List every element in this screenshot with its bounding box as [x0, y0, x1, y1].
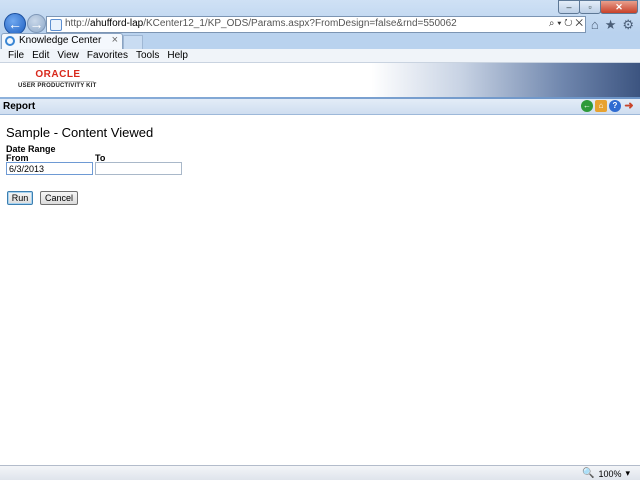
url-host: ahufford-lap [90, 18, 144, 29]
forward-button[interactable]: → [27, 14, 46, 33]
report-toolbar-icons: ← ⌂ ? ➜ [581, 100, 635, 112]
close-window-button[interactable]: ✕ [600, 0, 638, 14]
back-arrow-icon: ← [8, 16, 22, 32]
favorites-star-icon[interactable]: ★ [605, 17, 617, 33]
tab-label: Knowledge Center [19, 35, 102, 46]
logo-product: USER PRODUCTIVITY KIT [18, 83, 97, 89]
report-bar: Report ← ⌂ ? ➜ [0, 99, 640, 115]
status-bar: 🔍 100% ▾ [0, 465, 640, 480]
run-button[interactable]: Run [7, 191, 33, 205]
page-banner: ORACLE USER PRODUCTIVITY KIT [0, 63, 640, 98]
zoom-control[interactable]: 🔍 100% ▾ [582, 468, 630, 479]
url-path: /KCenter12_1/KP_ODS/Params.aspx?FromDesi… [143, 18, 457, 29]
ie-page-icon [5, 36, 15, 46]
back-circle-icon[interactable]: ← [581, 100, 593, 112]
url-prefix: http:// [65, 18, 91, 29]
url-text[interactable]: http://ahufford-lap/KCenter12_1/KP_ODS/P… [65, 18, 457, 29]
home-icon[interactable]: ⌂ [591, 17, 599, 33]
new-tab-button[interactable] [123, 35, 143, 49]
browser-right-icons: ⌂ ★ ⚙ [591, 17, 634, 33]
maximize-button[interactable]: ▫ [579, 0, 601, 14]
back-button[interactable]: ← [4, 13, 26, 35]
tab-close-icon[interactable]: × [112, 34, 118, 46]
logo-brand: ORACLE [35, 69, 81, 80]
address-bar[interactable]: http://ahufford-lap/KCenter12_1/KP_ODS/P… [46, 16, 586, 33]
window-controls: – ▫ ✕ [558, 0, 638, 14]
help-icon[interactable]: ? [609, 100, 621, 112]
logo-divider [22, 81, 94, 82]
tab-knowledge-center[interactable]: Knowledge Center × [1, 33, 123, 49]
menu-view[interactable]: View [53, 49, 83, 63]
forward-arrow-icon: → [29, 15, 44, 32]
to-date-input[interactable] [95, 162, 182, 175]
page-title: Sample - Content Viewed [6, 125, 154, 140]
cancel-button[interactable]: Cancel [40, 191, 78, 205]
menu-help[interactable]: Help [163, 49, 192, 63]
oracle-upk-logo: ORACLE USER PRODUCTIVITY KIT [18, 69, 98, 89]
menu-edit[interactable]: Edit [28, 49, 53, 63]
address-actions[interactable]: ⌕ ▾ ↻ ✕ [549, 18, 583, 29]
tab-bar: Knowledge Center × [0, 33, 640, 49]
tools-gear-icon[interactable]: ⚙ [622, 17, 634, 33]
from-date-input[interactable] [6, 162, 93, 175]
home-icon[interactable]: ⌂ [595, 100, 607, 112]
zoom-dropdown-icon[interactable]: ▾ [625, 468, 630, 479]
zoom-level: 100% [598, 468, 622, 479]
zoom-magnifier-icon: 🔍 [581, 468, 595, 479]
minimize-button[interactable]: – [558, 0, 580, 14]
menu-favorites[interactable]: Favorites [83, 49, 132, 63]
page-icon [50, 19, 62, 31]
report-title: Report [3, 101, 36, 112]
browser-toolbar: ← → http://ahufford-lap/KCenter12_1/KP_O… [0, 0, 640, 35]
menu-bar: File Edit View Favorites Tools Help [0, 49, 640, 63]
menu-tools[interactable]: Tools [132, 49, 163, 63]
exit-icon[interactable]: ➜ [623, 100, 635, 112]
menu-file[interactable]: File [4, 49, 28, 63]
